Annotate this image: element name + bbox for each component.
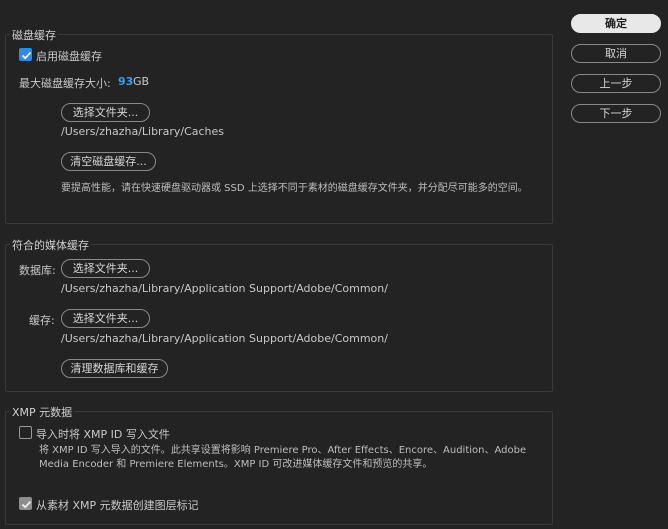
database-path: /Users/zhazha/Library/Application Suppor…	[61, 282, 388, 295]
disk-cache-path: /Users/zhazha/Library/Caches	[61, 125, 225, 138]
cancel-button[interactable]: 取消	[571, 44, 661, 63]
ok-button[interactable]: 确定	[571, 14, 661, 33]
checkmark-icon	[21, 500, 32, 509]
create-markers-label: 从素材 XMP 元数据创建图层标记	[36, 499, 199, 512]
previous-button[interactable]: 上一步	[571, 74, 661, 93]
write-xmp-id-checkbox[interactable]	[19, 426, 32, 439]
clean-database-cache-button[interactable]: 清理数据库和缓存	[61, 359, 168, 378]
max-size-unit: GB	[133, 75, 150, 88]
disk-cache-hint: 要提高性能，请在快速硬盘驱动器或 SSD 上选择不同于素材的磁盘缓存文件夹，并分…	[61, 183, 528, 194]
enable-disk-cache-label: 启用磁盘缓存	[36, 50, 102, 63]
xmp-title: XMP 元数据	[10, 404, 75, 420]
create-markers-checkbox[interactable]	[19, 497, 32, 510]
checkmark-icon	[21, 51, 32, 60]
enable-disk-cache-checkbox[interactable]	[19, 48, 32, 61]
disk-cache-choose-folder-button[interactable]: 选择文件夹...	[61, 103, 150, 122]
max-size-value[interactable]: 93	[118, 75, 133, 88]
write-xmp-id-label: 导入时将 XMP ID 写入文件	[36, 428, 170, 441]
disk-cache-title: 磁盘缓存	[10, 27, 58, 43]
cache-path: /Users/zhazha/Library/Application Suppor…	[61, 332, 388, 345]
database-choose-folder-button[interactable]: 选择文件夹...	[61, 259, 150, 278]
clear-disk-cache-button[interactable]: 清空磁盘缓存...	[61, 152, 156, 171]
cache-label: 缓存:	[29, 314, 55, 327]
database-label: 数据库:	[19, 264, 56, 277]
media-cache-title: 符合的媒体缓存	[10, 237, 91, 253]
max-size-label: 最大磁盘缓存大小:	[19, 77, 111, 90]
cache-choose-folder-button[interactable]: 选择文件夹...	[61, 309, 150, 328]
write-xmp-id-hint-line2: Media Encoder 和 Premiere Elements。XMP ID…	[39, 459, 433, 470]
next-button[interactable]: 下一步	[571, 104, 661, 123]
write-xmp-id-hint-line1: 将 XMP ID 写入导入的文件。此共享设置将影响 Premiere Pro、A…	[39, 445, 527, 456]
